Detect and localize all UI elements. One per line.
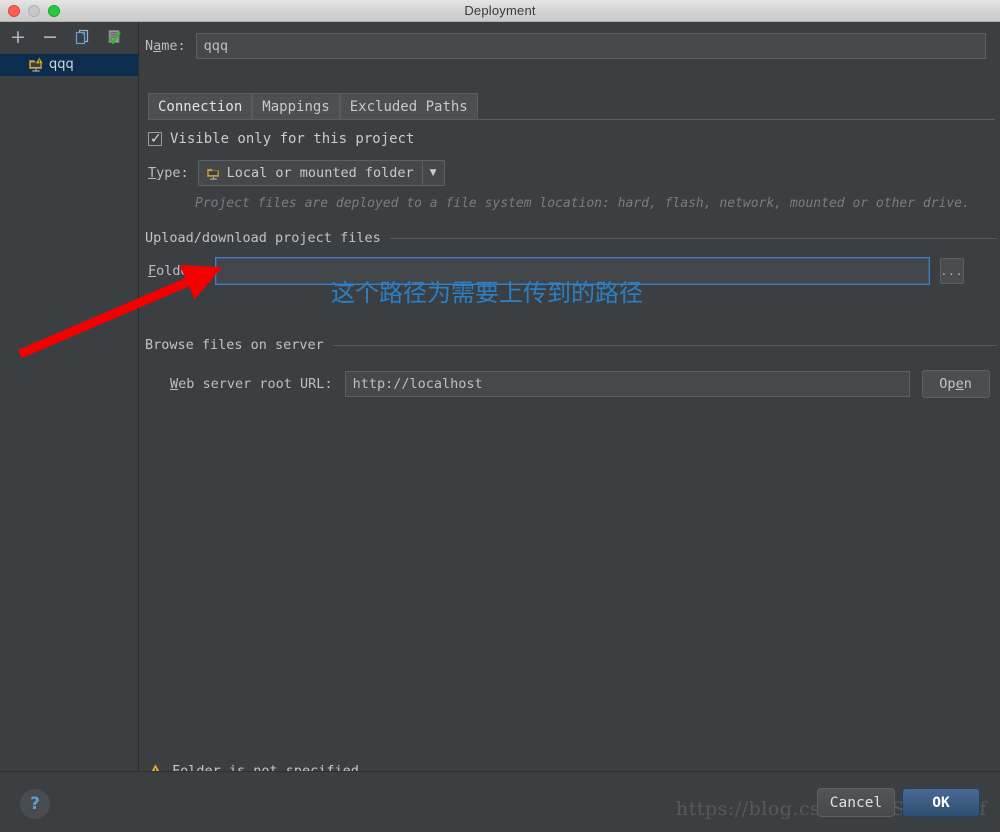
tab-excluded-paths[interactable]: Excluded Paths [339,93,478,119]
main-panel: Name: Connection Mappings Excluded Paths… [140,22,1000,779]
name-label: Name: [145,38,186,54]
plus-icon: + [10,26,26,48]
server-list: qqq [0,52,138,76]
local-folder-icon [206,168,219,179]
cancel-button-label: Cancel [829,794,883,811]
annotation-text: 这个路径为需要上传到的路径 [331,279,643,307]
minus-icon: − [42,26,58,48]
maximize-window-button[interactable] [48,5,60,17]
ok-button-label: OK [932,794,950,811]
set-default-server-button[interactable] [103,26,125,48]
tab-excluded-paths-label: Excluded Paths [349,98,468,115]
type-hint-text: Project files are deployed to a file sys… [195,196,970,211]
open-button[interactable]: Open [921,370,990,398]
help-button[interactable]: ? [20,789,50,819]
visible-only-label: Visible only for this project [170,131,415,147]
web-server-url-input[interactable] [344,371,910,397]
section-divider [332,344,997,346]
cancel-button[interactable]: Cancel [817,788,895,817]
type-combobox-value-area[interactable]: Local or mounted folder [199,161,422,185]
sidebar-item-qqq[interactable]: qqq [0,54,138,76]
window-controls [8,5,60,17]
upload-section-title: Upload/download project files [145,230,381,246]
section-divider [389,237,997,239]
remove-server-button[interactable]: − [39,26,61,48]
deployment-servers-sidebar: + − qqq [0,22,139,771]
copy-server-button[interactable] [71,26,93,48]
tab-mappings-label: Mappings [262,98,330,115]
dialog-action-buttons: Cancel OK [817,788,980,817]
tab-mappings[interactable]: Mappings [252,93,340,119]
name-row: Name: [145,32,995,60]
check-icon: ✓ [150,131,162,147]
name-input[interactable] [195,33,986,59]
window-title: Deployment [464,3,536,18]
tab-bar: Connection Mappings Excluded Paths [148,93,995,120]
tab-connection[interactable]: Connection [148,93,253,119]
close-window-button[interactable] [8,5,20,17]
folder-warning-icon [29,57,44,72]
type-combobox-value: Local or mounted folder [226,165,414,181]
upload-section-header: Upload/download project files [145,230,997,246]
type-label: Type: [148,165,189,181]
window-title-bar: Deployment [0,0,1000,22]
ellipsis-icon: ... [940,264,964,278]
chevron-down-icon[interactable]: ▼ [421,161,444,185]
browse-section-header: Browse files on server [145,337,997,353]
folder-label: Folder: [148,263,205,279]
sidebar-item-label: qqq [49,57,74,72]
tab-connection-label: Connection [158,98,243,115]
folder-browse-button[interactable]: ... [939,258,964,284]
question-mark-icon: ? [30,794,40,814]
sidebar-toolbar: + − [0,22,138,52]
web-server-url-row: Web server root URL: Open [170,370,990,398]
open-button-label: Open [939,376,972,392]
web-server-url-label: Web server root URL: [170,376,333,392]
add-server-button[interactable]: + [7,26,29,48]
copy-icon [75,29,89,45]
visible-only-checkbox[interactable]: ✓ [148,131,162,147]
deployment-dialog: Deployment + − qqq Name: qqq Connection … [0,0,1000,832]
type-row: Type: Local or mounted folder ▼ [148,160,445,186]
visible-only-checkbox-row[interactable]: ✓ Visible only for this project [148,131,414,147]
browse-section-title: Browse files on server [145,337,324,353]
check-list-icon [108,30,121,45]
ok-button[interactable]: OK [902,788,980,817]
type-combobox[interactable]: Local or mounted folder ▼ [197,160,445,186]
minimize-window-button[interactable] [28,5,40,17]
